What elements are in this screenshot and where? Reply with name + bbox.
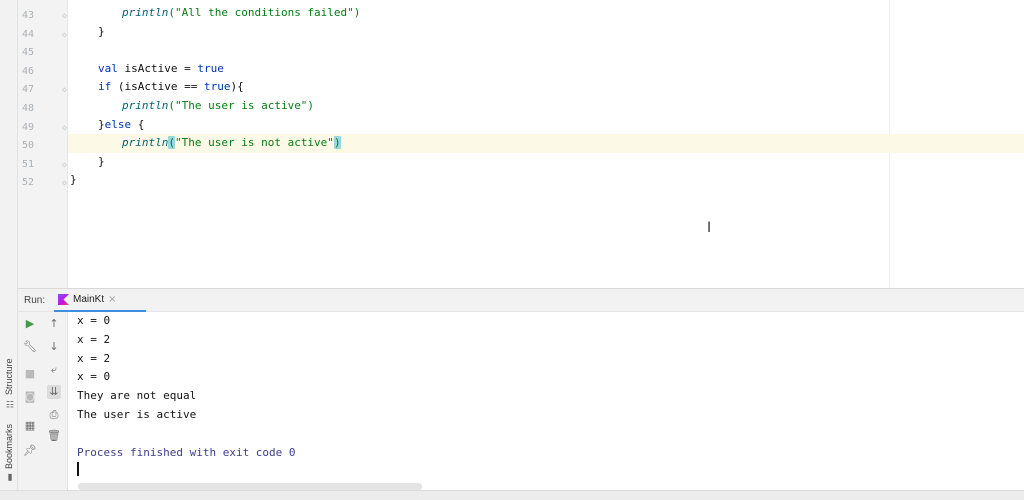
arrow-up-icon[interactable]: ↑ bbox=[47, 317, 61, 331]
close-tab-icon[interactable]: × bbox=[108, 294, 116, 305]
code-line[interactable]: if (isActive == true){ bbox=[68, 78, 1024, 97]
trash-icon[interactable]: 🗑︎ bbox=[47, 429, 61, 443]
line-number: 47 bbox=[22, 84, 35, 96]
code-token: } bbox=[70, 173, 77, 187]
console-line: x = 2 bbox=[77, 351, 111, 365]
run-tab-mainkt[interactable]: MainKt × bbox=[54, 289, 146, 312]
process-exit-line: Process finished with exit code 0 bbox=[77, 445, 296, 459]
scroll-to-end-icon[interactable]: ⇊ bbox=[47, 385, 61, 399]
structure-tab[interactable]: ☷ Structure bbox=[1, 354, 17, 408]
camera-icon[interactable]: ◙ bbox=[23, 390, 37, 404]
code-token: ("The user is active") bbox=[168, 99, 315, 112]
run-tab-label: MainKt bbox=[73, 294, 105, 305]
bookmarks-tab-label: Bookmarks bbox=[4, 423, 14, 469]
code-text: println("The user is active") bbox=[122, 100, 314, 112]
status-bar bbox=[0, 490, 1024, 500]
console-line: x = 0 bbox=[77, 370, 111, 384]
line-number: 43 bbox=[22, 10, 35, 21]
mouse-ibeam-cursor: I bbox=[707, 220, 712, 236]
code-token: isActive = bbox=[117, 61, 198, 75]
code-line[interactable]: println("The user is active") bbox=[68, 97, 1024, 116]
soft-wrap-icon[interactable]: ⤶ bbox=[47, 363, 61, 377]
run-label: Run: bbox=[24, 295, 46, 306]
code-text: } bbox=[98, 24, 105, 38]
code-token: if bbox=[98, 80, 112, 94]
code-text: val isActive = true bbox=[98, 61, 224, 75]
code-editor[interactable]: 43 ◇ 44 ◇ 45 46 47 ◇ 48 49 ◇ 50 51 ◇ 52 ◇ println("All … bbox=[18, 0, 1024, 288]
print-icon[interactable]: ⎙ bbox=[47, 408, 61, 422]
line-number: 52 bbox=[22, 177, 35, 189]
text-cursor bbox=[77, 462, 79, 476]
code-text: println("All the conditions failed") bbox=[122, 7, 360, 19]
line-number: 49 bbox=[22, 121, 35, 133]
code-text: } bbox=[70, 174, 77, 186]
code-token: (isActive == bbox=[111, 80, 204, 94]
horizontal-scrollbar[interactable] bbox=[78, 483, 422, 490]
code-token: true bbox=[197, 61, 224, 75]
wrench-icon[interactable]: 🔧︎ bbox=[23, 340, 37, 354]
bookmarks-tab[interactable]: ▮ Bookmarks bbox=[1, 420, 17, 482]
code-line[interactable]: }else { bbox=[68, 116, 1024, 135]
layout-icon[interactable]: ▦ bbox=[23, 419, 37, 433]
code-token: ){ bbox=[230, 80, 244, 94]
code-line[interactable]: } bbox=[68, 23, 1024, 42]
run-panel-header: Run: MainKt × bbox=[18, 288, 1024, 312]
code-token: ("All the conditions failed") bbox=[168, 6, 361, 19]
code-token: true bbox=[203, 80, 231, 94]
code-token: else bbox=[104, 117, 132, 131]
line-number: 51 bbox=[22, 158, 35, 170]
line-number: 46 bbox=[22, 65, 35, 77]
line-number-gutter: 43 ◇ 44 ◇ 45 46 47 ◇ 48 49 ◇ 50 51 ◇ 52 ◇ bbox=[18, 0, 68, 288]
console-line: They are not equal bbox=[77, 389, 197, 403]
code-token: "The user is not active" bbox=[174, 136, 334, 150]
line-number: 45 bbox=[22, 47, 35, 59]
line-number: 44 bbox=[22, 28, 35, 40]
code-line[interactable]: val isActive = true bbox=[68, 60, 1024, 79]
play-icon[interactable]: ▶ bbox=[23, 317, 37, 331]
code-text: if (isActive == true){ bbox=[98, 81, 244, 93]
code-text: }else { bbox=[98, 117, 145, 131]
run-toolbar: ▶ 🔧︎ ■ ◙ 📌︎ ↑ ↓ ⤶ ⇊ ⎙ 🗑︎ ▦ bbox=[18, 312, 68, 500]
code-token: } bbox=[98, 117, 105, 131]
code-token: ( bbox=[168, 136, 175, 150]
bookmark-icon: ▮ bbox=[4, 472, 14, 482]
line-number: 48 bbox=[22, 103, 35, 114]
code-line[interactable]: } bbox=[68, 153, 1024, 172]
code-token: } bbox=[98, 24, 105, 38]
code-line[interactable] bbox=[68, 41, 1024, 60]
kotlin-icon bbox=[58, 294, 69, 305]
structure-icon: ☷ bbox=[4, 398, 14, 408]
arrow-down-icon[interactable]: ↓ bbox=[47, 340, 61, 354]
console-line: The user is active bbox=[77, 408, 197, 421]
left-tool-strip: ☷ Structure ▮ Bookmarks bbox=[0, 0, 18, 500]
code-token: { bbox=[131, 117, 145, 131]
code-token: ) bbox=[333, 136, 341, 150]
line-number: 50 bbox=[22, 140, 35, 152]
code-token: println bbox=[122, 99, 169, 112]
console-output[interactable]: x = 0 x = 2 x = 2 x = 0 They are not equal Th… bbox=[68, 312, 1024, 490]
code-token: println bbox=[122, 6, 169, 19]
code-token: val bbox=[98, 61, 118, 75]
code-token: } bbox=[98, 154, 105, 168]
stop-icon[interactable]: ■ bbox=[23, 367, 37, 381]
code-text: } bbox=[98, 154, 105, 168]
structure-tab-label: Structure bbox=[4, 358, 14, 395]
console-line: x = 2 bbox=[77, 332, 111, 346]
console-line: x = 0 bbox=[77, 314, 111, 327]
code-line[interactable]: } bbox=[68, 171, 1024, 190]
code-text: println("The user is not active") bbox=[122, 136, 341, 150]
code-token: println bbox=[122, 136, 169, 150]
pin-icon[interactable]: 📌︎ bbox=[23, 444, 37, 458]
code-line[interactable]: println("The user is not active") bbox=[68, 134, 1024, 153]
code-line[interactable]: println("All the conditions failed") bbox=[68, 4, 1024, 23]
